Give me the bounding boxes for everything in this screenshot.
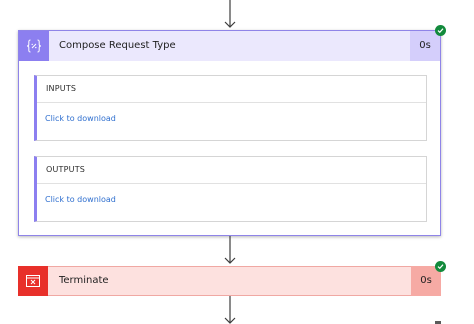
outputs-download-link[interactable]: Click to download (45, 195, 116, 204)
inputs-title: INPUTS (46, 84, 77, 93)
inputs-section: INPUTS Click to download (34, 75, 427, 141)
checkmark-icon (437, 28, 444, 34)
inputs-download-link[interactable]: Click to download (45, 114, 116, 123)
terminate-icon-tile (18, 266, 48, 296)
code-braces-icon (26, 39, 42, 53)
terminate-action-title: Terminate (59, 275, 109, 286)
compose-duration: 0s (410, 31, 440, 61)
compose-action-card[interactable]: Compose Request Type 0s INPUTS Click to … (18, 30, 441, 236)
outputs-title: OUTPUTS (46, 165, 86, 174)
checkmark-icon (437, 264, 444, 270)
connector-arrow-middle (224, 236, 236, 266)
terminate-action-card[interactable]: Terminate 0s (18, 266, 441, 296)
compose-action-header[interactable]: Compose Request Type 0s (19, 31, 440, 61)
arrow-down-icon (224, 296, 236, 324)
terminate-success-icon (435, 261, 446, 272)
outputs-section: OUTPUTS Click to download (34, 156, 427, 222)
inputs-section-header[interactable]: INPUTS (37, 76, 426, 103)
terminate-icon (26, 275, 40, 287)
arrow-down-icon (224, 236, 236, 264)
compose-action-title: Compose Request Type (59, 40, 176, 51)
outputs-section-header[interactable]: OUTPUTS (37, 157, 426, 184)
arrow-down-icon (224, 0, 236, 28)
compose-icon-tile (19, 31, 49, 61)
compose-success-icon (435, 25, 446, 36)
connector-arrow-bottom (224, 296, 236, 324)
connector-arrow-top (224, 0, 236, 30)
